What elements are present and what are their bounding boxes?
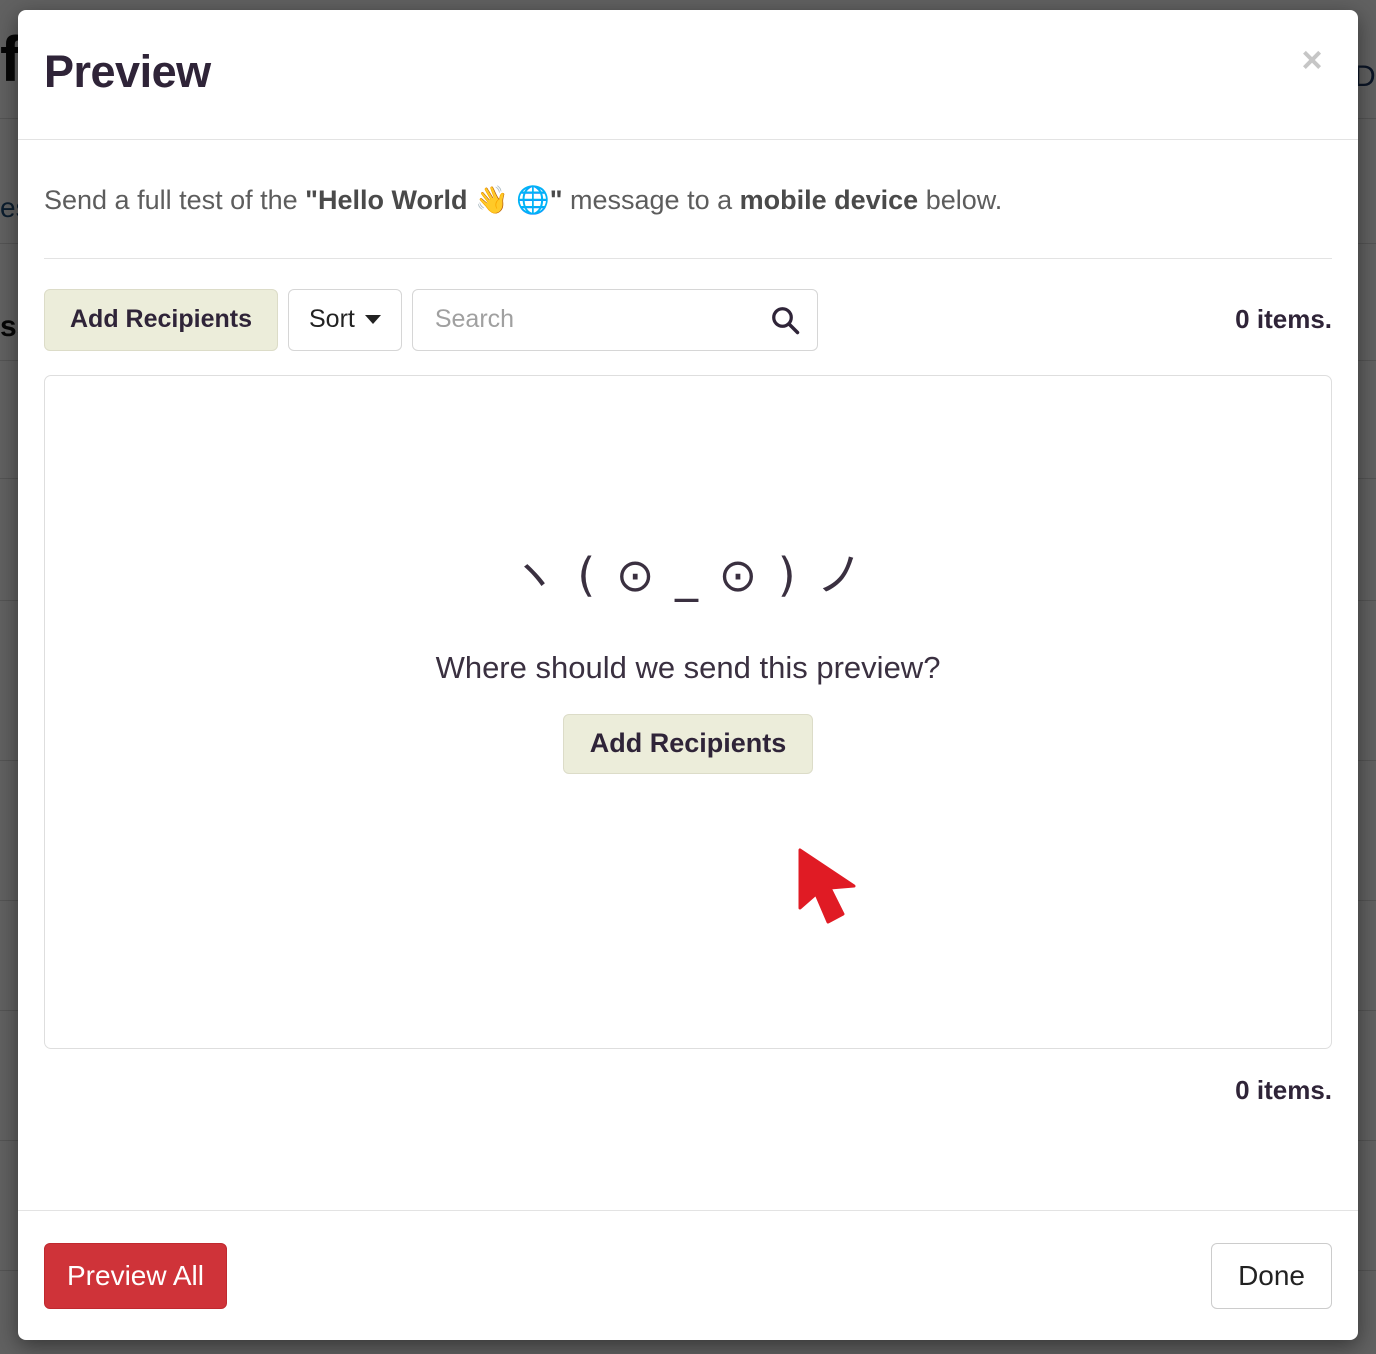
description-message-name: "Hello World 👋 🌐" — [305, 185, 563, 215]
search-field-wrap — [411, 288, 818, 351]
recipients-list-container: ヽ ( ⊙ _ ⊙ ) ノ Where should we send this … — [44, 374, 1332, 1049]
empty-state: ヽ ( ⊙ _ ⊙ ) ノ Where should we send this … — [45, 552, 1331, 774]
preview-modal: Preview × Send a full test of the "Hello… — [18, 10, 1358, 1340]
sort-button[interactable]: Sort — [287, 288, 402, 351]
modal-header: Preview × — [18, 10, 1358, 140]
close-icon[interactable]: × — [1290, 38, 1334, 82]
add-recipients-button-empty-state[interactable]: Add Recipients — [562, 713, 814, 774]
description-middle: message to a — [562, 185, 740, 215]
modal-body: Send a full test of the "Hello World 👋 🌐… — [18, 140, 1358, 1210]
preview-all-button[interactable]: Preview All — [44, 1242, 227, 1309]
chevron-down-icon — [364, 315, 381, 324]
recipients-toolbar: Add Recipients Sort 0 items. — [44, 288, 1332, 351]
description-device: mobile device — [739, 185, 919, 215]
items-count-bottom: 0 items. — [1235, 1074, 1332, 1105]
page-title: Preview — [44, 46, 211, 97]
modal-footer: Preview All Done — [18, 1210, 1358, 1340]
done-button[interactable]: Done — [1211, 1242, 1332, 1309]
empty-state-action-row: Add Recipients — [45, 713, 1331, 774]
sort-button-label: Sort — [308, 305, 355, 333]
add-recipients-button[interactable]: Add Recipients — [44, 288, 278, 351]
description-prefix: Send a full test of the — [44, 185, 306, 215]
body-divider — [44, 257, 1332, 259]
shrug-kaomoji-icon: ヽ ( ⊙ _ ⊙ ) ノ — [510, 547, 866, 602]
description-suffix: below. — [918, 185, 1003, 215]
search-input[interactable] — [411, 288, 818, 351]
items-count-top: 0 items. — [1235, 304, 1332, 334]
empty-state-message: Where should we send this preview? — [435, 649, 941, 685]
modal-description: Send a full test of the "Hello World 👋 🌐… — [44, 180, 1044, 221]
